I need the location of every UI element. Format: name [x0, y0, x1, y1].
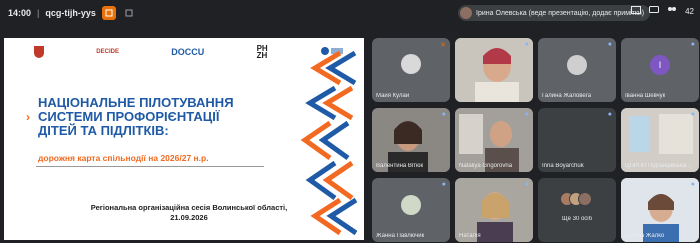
- video-feed: [455, 38, 533, 102]
- meeting-code: qcg-tijh-yys: [45, 8, 96, 18]
- mic-icon: ●: [690, 111, 695, 118]
- participant-name: Валентина Вітюк: [376, 163, 424, 169]
- decide-logo: DECIDE: [96, 49, 119, 55]
- participant-tile[interactable]: ● Inna Boyarchuk: [538, 108, 616, 172]
- participant-tile[interactable]: ✕ Майя Кулай: [372, 38, 450, 102]
- session-info: Регіональна організаційна сесія Волинськ…: [90, 203, 288, 222]
- participant-name: Inna Boyarchuk: [542, 163, 584, 169]
- participant-name: Наталія: [459, 233, 481, 239]
- chevron-pattern-graphic: [300, 50, 358, 236]
- participant-name: Галина Жаловега: [542, 93, 592, 99]
- phzh-logo: PH ZH: [256, 44, 268, 60]
- mic-icon: ●: [607, 41, 612, 48]
- slide-subtitle: дорожня карта спільнодії на 2026/27 н.р.: [38, 153, 209, 163]
- mic-icon: ●: [607, 111, 612, 118]
- mic-icon: ●: [524, 111, 529, 118]
- presenter-chip[interactable]: Ірина Олевська (веде презентацію, додає …: [458, 5, 651, 21]
- subtitle-divider: [36, 166, 264, 167]
- participant-tile[interactable]: ● Тетяна Жалко: [621, 178, 699, 242]
- separator: |: [37, 8, 40, 18]
- participant-count: 42: [685, 7, 694, 16]
- participant-name: ЦПРПП Підгайцівська...: [625, 163, 692, 169]
- participant-tile[interactable]: ●: [455, 38, 533, 102]
- title-arrow-icon: ›: [26, 110, 30, 124]
- mic-icon: ●: [441, 181, 446, 188]
- participant-name: Nataliya Grigorovna: [459, 163, 513, 169]
- participant-tile[interactable]: І ● Іванна Шевчук: [621, 38, 699, 102]
- avatar: [401, 195, 421, 215]
- avatar: [567, 55, 587, 75]
- avatar-stack: [560, 192, 592, 206]
- mic-icon: ●: [441, 111, 446, 118]
- avatar: [401, 54, 421, 74]
- participant-name: Іванна Шевчук: [625, 93, 666, 99]
- presenter-avatar: [460, 7, 472, 19]
- mic-icon: ●: [524, 41, 529, 48]
- shared-slide: DECIDE DOCCU PH ZH › НАЦІОНАЛЬНЕ ПІЛОТУВА…: [4, 38, 364, 240]
- coat-of-arms-logo: [34, 46, 44, 58]
- doccu-logo: DOCCU: [171, 47, 205, 57]
- participant-tile[interactable]: ● Галина Жаловега: [538, 38, 616, 102]
- more-participants-tile[interactable]: Ще 30 осіб: [538, 178, 616, 242]
- clock-time: 14:00: [8, 8, 32, 18]
- participant-name: Тетяна Жалко: [625, 233, 665, 239]
- more-participants-label: Ще 30 осіб: [562, 216, 593, 222]
- avatar-initial: І: [650, 55, 670, 75]
- participant-tile[interactable]: ● Жанна Павлючик: [372, 178, 450, 242]
- presenter-label: Ірина Олевська (веде презентацію, додає …: [476, 9, 645, 17]
- participant-name: Жанна Павлючик: [376, 233, 425, 239]
- screen-share-icon[interactable]: [631, 6, 642, 17]
- participant-tile[interactable]: ● Наталія: [455, 178, 533, 242]
- participant-tile[interactable]: ● Nataliya Grigorovna: [455, 108, 533, 172]
- participant-tile[interactable]: ● Валентина Вітюк: [372, 108, 450, 172]
- top-right-controls: 42: [623, 6, 694, 17]
- slide-title: НАЦІОНАЛЬНЕ ПІЛОТУВАННЯ СИСТЕМИ ПРОФОРІЄ…: [38, 95, 234, 138]
- participant-name: Майя Кулай: [376, 93, 410, 99]
- mic-icon: ●: [690, 41, 695, 48]
- participant-tile[interactable]: ● ЦПРПП Підгайцівська...: [621, 108, 699, 172]
- people-icon[interactable]: [667, 6, 677, 17]
- settings-icon[interactable]: [122, 6, 136, 20]
- recording-icon[interactable]: [101, 6, 116, 20]
- mic-icon: ●: [524, 181, 529, 188]
- mic-off-icon: ✕: [440, 42, 446, 49]
- message-icon[interactable]: [649, 6, 660, 17]
- mic-icon: ●: [690, 181, 695, 188]
